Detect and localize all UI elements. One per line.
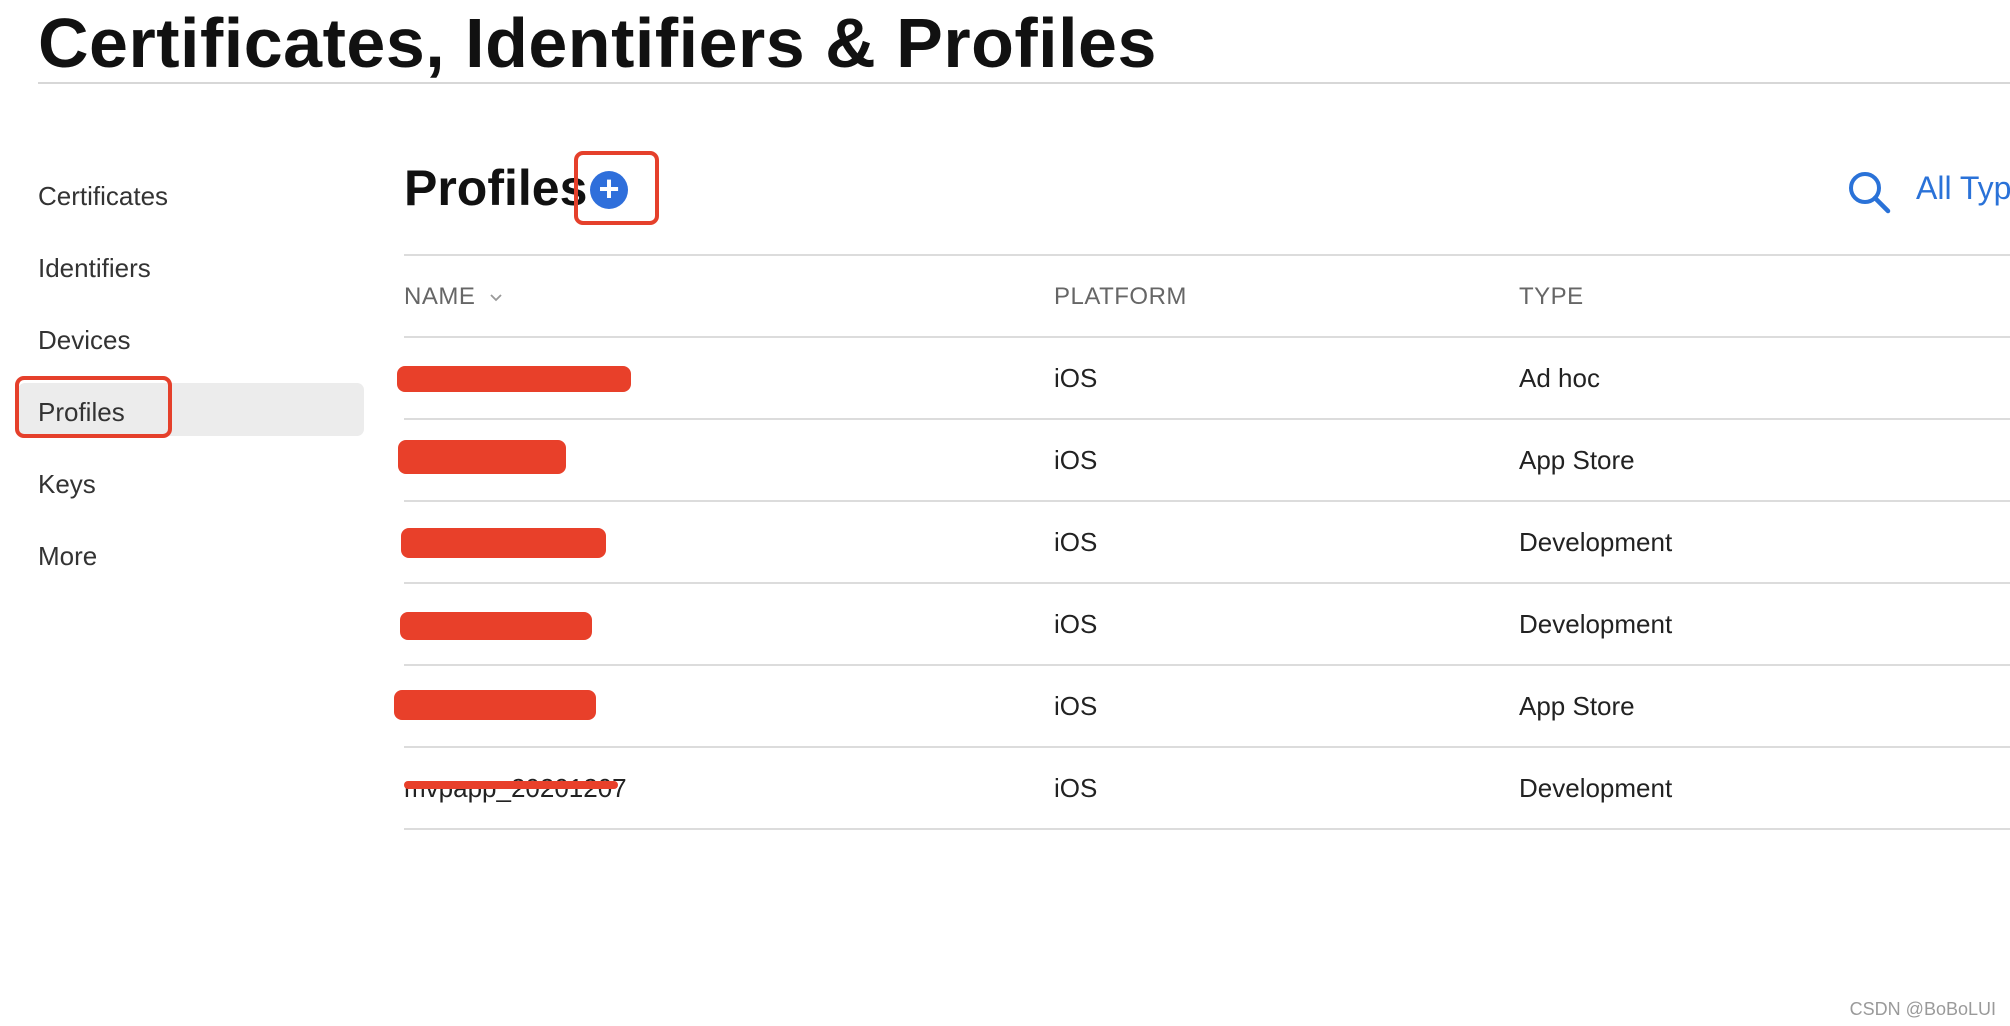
sidebar-item-certificates[interactable]: Certificates [38, 180, 168, 212]
profile-type: App Store [1519, 445, 1635, 475]
annotation-highlight-add [574, 151, 659, 225]
sidebar-item-keys[interactable]: Keys [38, 468, 96, 500]
table-row[interactable]: iOS Ad hoc [397, 338, 2010, 418]
profile-platform: iOS [1054, 445, 1098, 475]
sidebar-item-identifiers[interactable]: Identifiers [38, 252, 151, 284]
profile-type: Development [1519, 609, 1673, 639]
table-row[interactable]: iOS App Store [394, 666, 2010, 746]
title-divider [38, 82, 2010, 84]
profile-platform: iOS [1054, 527, 1098, 557]
table-top-divider [404, 254, 2010, 256]
column-header-name-label: NAME [404, 283, 476, 310]
column-header-platform[interactable]: PLATFORM [1054, 282, 1187, 312]
table-row[interactable]: iOS Development [401, 502, 2010, 582]
search-icon[interactable] [1845, 168, 1893, 216]
annotation-highlight-profiles [15, 376, 172, 438]
redaction-mark [401, 528, 606, 558]
table-row[interactable]: iOS Development [400, 584, 2010, 664]
profile-platform: iOS [1054, 691, 1098, 721]
sidebar-item-devices[interactable]: Devices [38, 324, 130, 356]
column-header-type[interactable]: TYPE [1519, 282, 1584, 312]
table-row[interactable]: mvpapp_20201207 iOS Development [404, 748, 2010, 828]
chevron-down-icon [489, 294, 502, 301]
redaction-mark [397, 366, 631, 392]
profile-type: App Store [1519, 691, 1635, 721]
table-bottom-divider [404, 828, 2010, 830]
profile-platform: iOS [1054, 609, 1098, 639]
profile-platform: iOS [1054, 363, 1098, 393]
profile-type: Ad hoc [1519, 363, 1600, 393]
sidebar-item-more[interactable]: More [38, 540, 97, 572]
page-title: Certificates, Identifiers & Profiles [38, 4, 1157, 82]
type-filter-dropdown[interactable]: All Typ [1916, 168, 2010, 208]
column-header-name[interactable]: NAME [404, 282, 503, 312]
table-row[interactable]: iOS App Store [398, 420, 2010, 500]
profile-platform: iOS [1054, 773, 1098, 803]
redaction-mark [400, 612, 592, 640]
redaction-mark [404, 781, 618, 789]
profile-type: Development [1519, 527, 1673, 557]
section-title: Profiles [404, 160, 588, 216]
profile-type: Development [1519, 773, 1673, 803]
watermark: CSDN @BoBoLUI [1849, 999, 1996, 1019]
redaction-mark [394, 690, 596, 720]
redaction-mark [398, 440, 566, 474]
